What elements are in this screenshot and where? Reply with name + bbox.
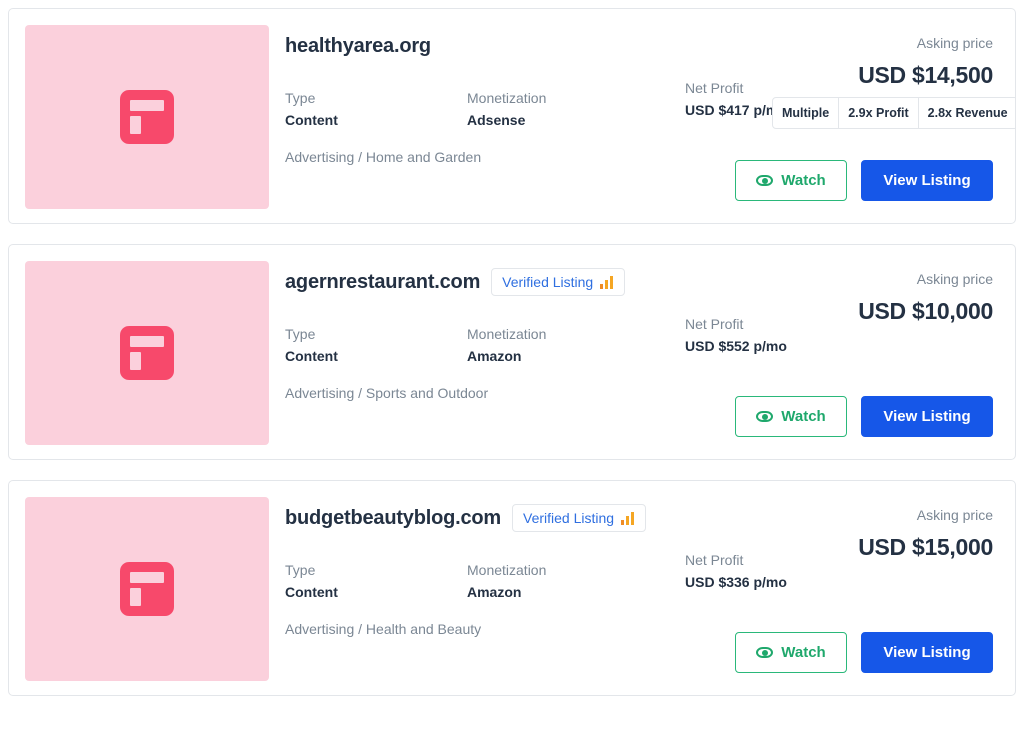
eye-icon	[756, 411, 774, 422]
listing-card[interactable]: agernrestaurant.com Verified Listing Typ…	[8, 244, 1016, 460]
watch-button-label: Watch	[781, 408, 826, 425]
net-profit-value: USD $552 p/mo	[685, 338, 787, 354]
meta-monetization: Monetization Amazon	[467, 323, 649, 367]
revenue-multiple: 2.8x Revenue	[927, 106, 1008, 120]
listing-meta: Type Content Monetization Amazon	[285, 559, 685, 603]
view-listing-button[interactable]: View Listing	[861, 160, 993, 201]
listing-thumbnail[interactable]	[25, 25, 269, 209]
meta-type: Type Content	[285, 559, 467, 603]
meta-type-label: Type	[285, 562, 316, 578]
meta-type: Type Content	[285, 87, 467, 131]
listing-info: budgetbeautyblog.com Verified Listing Ty…	[285, 503, 685, 637]
listing-thumbnail[interactable]	[25, 261, 269, 445]
verified-listing-label: Verified Listing	[502, 274, 594, 290]
asking-price-value: USD $14,500	[858, 62, 993, 88]
meta-monetization-label: Monetization	[467, 90, 547, 106]
listing-actions: Watch View Listing	[735, 160, 993, 201]
listing-card[interactable]: budgetbeautyblog.com Verified Listing Ty…	[8, 480, 1016, 696]
watch-button-label: Watch	[781, 644, 826, 661]
meta-monetization-value: Amazon	[467, 348, 522, 364]
asking-price-value: USD $15,000	[858, 534, 993, 560]
asking-price-label: Asking price	[916, 507, 993, 523]
listing-card[interactable]: healthyarea.org Type Content Monetizatio…	[8, 8, 1016, 224]
meta-type-label: Type	[285, 326, 316, 342]
net-profit-value: USD $336 p/mo	[685, 574, 787, 590]
view-listing-button[interactable]: View Listing	[861, 396, 993, 437]
meta-monetization: Monetization Amazon	[467, 559, 649, 603]
multiple-label: Multiple	[773, 98, 840, 128]
listing-domain[interactable]: agernrestaurant.com	[285, 271, 480, 294]
view-listing-button[interactable]: View Listing	[861, 632, 993, 673]
eye-icon	[756, 175, 774, 186]
listing-domain[interactable]: budgetbeautyblog.com	[285, 507, 501, 530]
view-listing-label: View Listing	[883, 644, 971, 661]
meta-type-value: Content	[285, 348, 338, 364]
net-profit-label: Net Profit	[685, 316, 744, 332]
watch-button[interactable]: Watch	[735, 160, 847, 201]
verified-listing-label: Verified Listing	[523, 510, 615, 526]
listing-feed: healthyarea.org Type Content Monetizatio…	[0, 0, 1024, 696]
multiple-group: Multiple 2.9x Profit 2.8x Revenue	[772, 97, 1015, 129]
meta-monetization: Monetization Adsense	[467, 87, 649, 131]
listing-info: healthyarea.org Type Content Monetizatio…	[285, 31, 685, 166]
asking-price-label: Asking price	[916, 271, 993, 287]
layout-placeholder-icon	[120, 90, 174, 144]
placeholder-bar-left	[130, 588, 141, 606]
listing-title-row: agernrestaurant.com Verified Listing	[285, 267, 685, 297]
asking-price-label: Asking price	[916, 35, 993, 51]
placeholder-bar-top	[130, 572, 164, 583]
net-profit-block: Net Profit USD $336 p/mo	[685, 549, 787, 593]
meta-monetization-value: Amazon	[467, 584, 522, 600]
profit-multiple: 2.9x Profit	[839, 98, 919, 128]
watch-button[interactable]: Watch	[735, 396, 847, 437]
listing-domain[interactable]: healthyarea.org	[285, 35, 431, 58]
listing-actions: Watch View Listing	[735, 632, 993, 673]
view-listing-label: View Listing	[883, 408, 971, 425]
placeholder-bar-top	[130, 336, 164, 347]
listing-meta: Type Content Monetization Amazon	[285, 323, 685, 367]
listing-info: agernrestaurant.com Verified Listing Typ…	[285, 267, 685, 401]
watch-button[interactable]: Watch	[735, 632, 847, 673]
meta-monetization-value: Adsense	[467, 112, 526, 128]
layout-placeholder-icon	[120, 326, 174, 380]
watch-button-label: Watch	[781, 172, 826, 189]
meta-type-label: Type	[285, 90, 316, 106]
meta-type: Type Content	[285, 323, 467, 367]
meta-type-value: Content	[285, 112, 338, 128]
meta-type-value: Content	[285, 584, 338, 600]
placeholder-bar-left	[130, 116, 141, 134]
listing-category: Advertising / Health and Beauty	[285, 621, 482, 637]
eye-icon	[756, 647, 774, 658]
listing-title-row: healthyarea.org	[285, 31, 685, 61]
listing-actions: Watch View Listing	[735, 396, 993, 437]
net-profit-label: Net Profit	[685, 80, 744, 96]
verified-listing-badge[interactable]: Verified Listing	[512, 504, 647, 532]
bar-chart-icon	[621, 511, 635, 525]
net-profit-block: Net Profit USD $552 p/mo	[685, 313, 787, 357]
listing-category: Advertising / Home and Garden	[285, 149, 482, 165]
listing-thumbnail[interactable]	[25, 497, 269, 681]
listing-meta: Type Content Monetization Adsense	[285, 87, 685, 131]
meta-monetization-label: Monetization	[467, 562, 547, 578]
bar-chart-icon	[600, 275, 614, 289]
placeholder-bar-left	[130, 352, 141, 370]
asking-price-value: USD $10,000	[858, 298, 993, 324]
meta-monetization-label: Monetization	[467, 326, 547, 342]
view-listing-label: View Listing	[883, 172, 971, 189]
listing-title-row: budgetbeautyblog.com Verified Listing	[285, 503, 685, 533]
placeholder-bar-top	[130, 100, 164, 111]
listing-category: Advertising / Sports and Outdoor	[285, 385, 489, 401]
net-profit-label: Net Profit	[685, 552, 744, 568]
layout-placeholder-icon	[120, 562, 174, 616]
verified-listing-badge[interactable]: Verified Listing	[491, 268, 626, 296]
